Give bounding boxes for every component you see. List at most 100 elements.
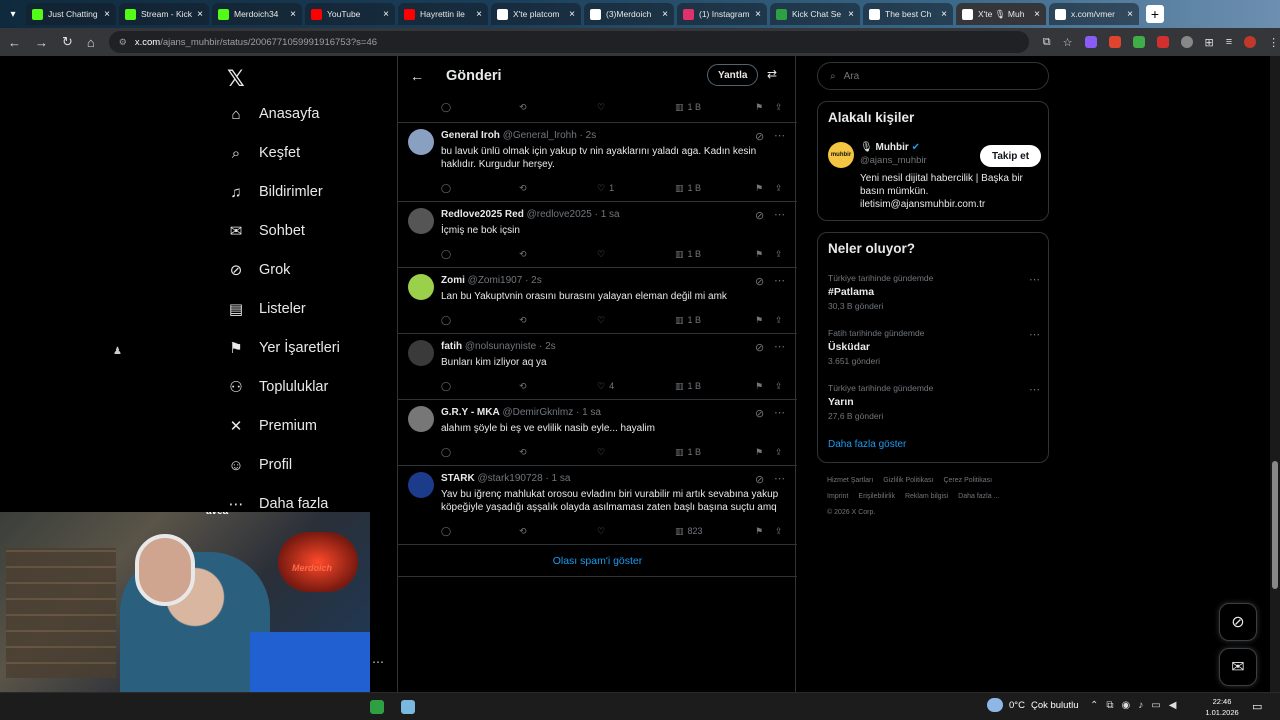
tweet[interactable]: fatih @nolsunayniste · 2s ⊘ ⋯ Bunları kim i… bbox=[398, 333, 797, 399]
weather-widget[interactable]: 0°C Çok bulutlu bbox=[987, 698, 1078, 712]
tab-close-icon[interactable]: × bbox=[848, 9, 854, 20]
retweet-icon[interactable]: ⟲ bbox=[519, 381, 527, 392]
avatar[interactable] bbox=[408, 340, 434, 366]
more-options-icon[interactable]: ⋯ bbox=[774, 208, 785, 221]
profile-avatar-icon[interactable] bbox=[1244, 36, 1257, 48]
views-stat[interactable]: ▥ 1 B bbox=[675, 183, 701, 194]
views-stat[interactable]: ▥ 1 B bbox=[675, 249, 701, 260]
more-options-icon[interactable]: ⋯ bbox=[1029, 328, 1040, 341]
tab-close-icon[interactable]: × bbox=[755, 9, 761, 20]
volume-icon[interactable]: ◀ bbox=[1169, 700, 1177, 711]
reply-icon[interactable]: ◯ bbox=[441, 183, 451, 194]
tab-close-icon[interactable]: × bbox=[1034, 9, 1040, 20]
avatar[interactable] bbox=[408, 472, 434, 498]
tweet[interactable]: General Iroh @General_Irohh · 2s ⊘ ⋯ bu lav… bbox=[398, 122, 797, 201]
nav-item-anasayfa[interactable]: ⌂ Anasayfa bbox=[227, 105, 319, 123]
extension-shield-icon[interactable] bbox=[1132, 36, 1145, 48]
reply-icon[interactable]: ◯ bbox=[441, 249, 451, 260]
reply-icon[interactable]: ◯ bbox=[441, 102, 451, 113]
taskbar-app-icon[interactable] bbox=[401, 700, 415, 714]
nav-item-grok[interactable]: ⊘ Grok bbox=[227, 261, 291, 279]
site-info-icon[interactable]: ⚙ bbox=[119, 37, 127, 48]
retweet-icon[interactable]: ⟲ bbox=[519, 315, 527, 326]
views-stat[interactable]: ▥ 1 B bbox=[675, 315, 701, 326]
author-name[interactable]: fatih bbox=[441, 341, 462, 352]
like-button[interactable]: ♡ bbox=[597, 526, 609, 537]
trend-item[interactable]: Türkiye tarihinde gündemde #Patlama 30,3 B… bbox=[828, 273, 1040, 311]
x-logo-icon[interactable]: 𝕏 bbox=[227, 66, 245, 92]
views-stat[interactable]: ▥ 1 B bbox=[675, 102, 701, 113]
tab-close-icon[interactable]: × bbox=[104, 9, 110, 20]
bookmark-icon[interactable]: ⚑ bbox=[755, 102, 763, 113]
footer-link[interactable]: Erişilebilirlik bbox=[858, 493, 895, 500]
bookmark-icon[interactable]: ⚑ bbox=[755, 381, 763, 392]
reply-icon[interactable]: ◯ bbox=[441, 381, 451, 392]
footer-link[interactable]: Reklam bilgisi bbox=[905, 493, 948, 500]
taskbar-app-icon[interactable] bbox=[370, 700, 384, 714]
share-icon[interactable]: ⇪ bbox=[775, 183, 783, 194]
more-options-icon[interactable]: ⋯ bbox=[774, 129, 785, 142]
nav-item-sohbet[interactable]: ✉ Sohbet bbox=[227, 222, 305, 240]
footer-link[interactable]: Hizmet Şartları bbox=[827, 477, 873, 484]
show-spam-link[interactable]: Olası spam'i göster bbox=[398, 544, 797, 577]
scrollbar-thumb[interactable] bbox=[1272, 461, 1278, 589]
browser-tab[interactable]: Hayrettin ile × bbox=[398, 3, 488, 25]
tweet[interactable]: Redlove2025 Red @redlove2025 · 1 sa ⊘ ⋯ İçm… bbox=[398, 201, 797, 267]
footer-link[interactable]: Gizlilik Politikası bbox=[883, 477, 933, 484]
bookmark-icon[interactable]: ⚑ bbox=[755, 447, 763, 458]
author-handle[interactable]: @Zomi1907 · 2s bbox=[468, 275, 542, 286]
like-button[interactable]: ♡ bbox=[597, 447, 609, 458]
new-tab-button[interactable]: + bbox=[1146, 5, 1164, 23]
avatar[interactable] bbox=[408, 406, 434, 432]
nav-item-premium[interactable]: ✕ Premium bbox=[227, 417, 317, 435]
like-icon[interactable]: ♡ bbox=[597, 102, 605, 113]
star-icon[interactable]: ☆ bbox=[1063, 36, 1073, 49]
bookmark-icon[interactable]: ⚑ bbox=[755, 183, 763, 194]
like-button[interactable]: ♡ 4 bbox=[597, 381, 614, 392]
browser-tab[interactable]: X'te platcom × bbox=[491, 3, 581, 25]
follow-button[interactable]: Takip et bbox=[980, 145, 1042, 167]
person-name[interactable]: Muhbir bbox=[875, 142, 908, 153]
back-arrow-icon[interactable]: ← bbox=[410, 68, 430, 84]
messages-float-button[interactable]: ✉ bbox=[1219, 648, 1257, 686]
show-more-link[interactable]: Daha fazla göster bbox=[828, 439, 906, 450]
more-options-icon[interactable]: ⋯ bbox=[774, 274, 785, 287]
bookmark-icon[interactable]: ⚑ bbox=[755, 315, 763, 326]
nav-item-yer-i-şaretleri[interactable]: ⚑ Yer İşaretleri bbox=[227, 339, 340, 357]
extension-purple-icon[interactable] bbox=[1084, 36, 1097, 48]
retweet-icon[interactable]: ⟲ bbox=[519, 183, 527, 194]
retweet-icon[interactable]: ⟲ bbox=[519, 102, 527, 113]
tab-close-icon[interactable]: × bbox=[476, 9, 482, 20]
tweet[interactable]: Zomi @Zomi1907 · 2s ⊘ ⋯ Lan bu Yakuptvnin o… bbox=[398, 267, 797, 333]
network-icon[interactable]: ▭ bbox=[1151, 700, 1160, 711]
author-handle[interactable]: @DemirGknlmz · 1 sa bbox=[503, 407, 602, 418]
puzzle-icon[interactable]: ⊞ bbox=[1205, 36, 1214, 49]
like-button[interactable]: ♡ 1 bbox=[597, 183, 614, 194]
cast-icon[interactable]: ⧉ bbox=[1043, 36, 1051, 48]
author-name[interactable]: Redlove2025 Red bbox=[441, 209, 524, 220]
tab-close-icon[interactable]: × bbox=[290, 9, 296, 20]
tweet[interactable]: STARK @stark190728 · 1 sa ⊘ ⋯ Yav bu iğrenç… bbox=[398, 465, 797, 544]
grok-explain-icon[interactable]: ⊘ bbox=[755, 407, 764, 420]
notification-icon[interactable]: ▭ bbox=[1252, 700, 1262, 713]
tab-search-icon[interactable]: ▾ bbox=[4, 5, 22, 23]
grok-explain-icon[interactable]: ⊘ bbox=[755, 130, 764, 143]
tab-close-icon[interactable]: × bbox=[1127, 9, 1133, 20]
author-name[interactable]: STARK bbox=[441, 473, 475, 484]
reply-button[interactable]: Yantla bbox=[707, 64, 759, 86]
tab-close-icon[interactable]: × bbox=[383, 9, 389, 20]
avatar[interactable]: muhbir bbox=[828, 142, 854, 168]
browser-tab[interactable]: Kick Chat Se × bbox=[770, 3, 860, 25]
reply-icon[interactable]: ◯ bbox=[441, 447, 451, 458]
grok-explain-icon[interactable]: ⊘ bbox=[755, 209, 764, 222]
like-button[interactable]: ♡ bbox=[597, 315, 609, 326]
views-stat[interactable]: ▥ 1 B bbox=[675, 381, 701, 392]
nav-item-bildirimler[interactable]: ♫ Bildirimler bbox=[227, 183, 322, 201]
nav-item-daha-fazla[interactable]: ⋯ Daha fazla bbox=[227, 495, 329, 513]
browser-menu-icon[interactable]: ⋮ bbox=[1268, 36, 1279, 49]
share-icon[interactable]: ⇪ bbox=[775, 315, 783, 326]
author-handle[interactable]: @nolsunayniste · 2s bbox=[465, 341, 556, 352]
nav-item-listeler[interactable]: ▤ Listeler bbox=[227, 300, 306, 318]
grok-explain-icon[interactable]: ⊘ bbox=[755, 341, 764, 354]
browser-tab[interactable]: x.com/vmer × bbox=[1049, 3, 1139, 25]
